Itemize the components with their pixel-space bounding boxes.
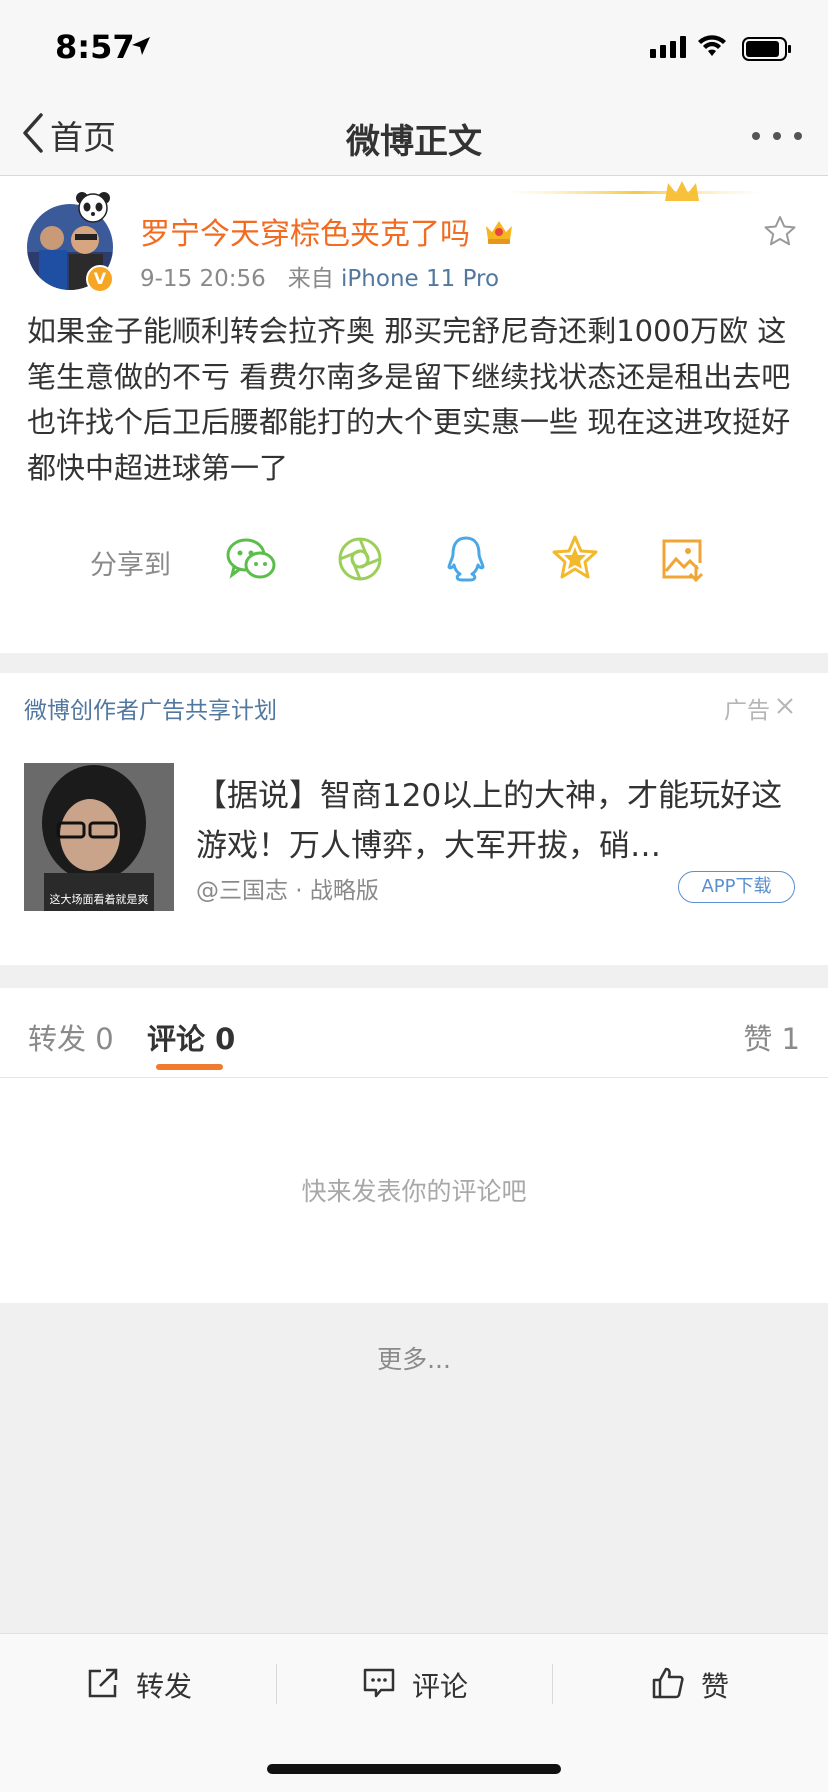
dot-icon	[794, 132, 802, 140]
comment-label: 评论	[412, 1670, 469, 1703]
source-prefix: 来自	[287, 266, 334, 292]
ad-thumbnail-caption: 这大场面看着就是爽	[49, 893, 149, 906]
ad-source: @三国志 · 战略版	[196, 878, 379, 904]
save-image-share-icon[interactable]	[652, 529, 712, 589]
status-bar: 8:57	[0, 0, 828, 96]
battery-icon	[742, 37, 792, 65]
cellular-signal-icon	[650, 36, 686, 62]
tab-repost[interactable]: 转发 0	[28, 1016, 114, 1058]
ad-title[interactable]: 【据说】智商120以上的大神，才能玩好这游戏！万人博弈，大军开拔，硝…	[196, 771, 796, 871]
repost-button[interactable]: 转发	[86, 1660, 192, 1710]
ad-tag-label: 广告	[724, 698, 770, 724]
like-button[interactable]: 赞	[651, 1660, 729, 1710]
more-link[interactable]: 更多...	[0, 1340, 828, 1376]
action-divider	[552, 1664, 553, 1704]
comment-button[interactable]: 评论	[362, 1660, 468, 1710]
comments-empty-state: 快来发表你的评论吧	[0, 1079, 828, 1303]
share-row: 分享到	[0, 517, 828, 607]
post-text: 如果金子能顺利转会拉齐奥 那买完舒尼奇还剩1000万欧 这笔生意做的不亏 看费尔…	[27, 314, 791, 485]
post-timestamp: 9-15 20:56	[140, 266, 266, 292]
thumbs-up-icon	[651, 1666, 685, 1704]
action-divider	[276, 1664, 277, 1704]
post-meta: 9-15 20:56 来自 iPhone 11 Pro	[140, 259, 499, 293]
comment-icon	[362, 1666, 396, 1704]
dot-icon	[752, 132, 760, 140]
wifi-icon	[697, 33, 727, 61]
tab-like[interactable]: 赞 1	[743, 1016, 800, 1058]
repost-label: 转发	[136, 1670, 193, 1703]
page-title: 微博正文	[346, 122, 482, 162]
qq-share-icon[interactable]	[436, 529, 496, 589]
verified-badge-icon: V	[86, 265, 114, 293]
active-tab-indicator	[156, 1064, 223, 1070]
username[interactable]: 罗宁今天穿棕色夹克了吗	[140, 209, 470, 253]
moments-share-icon[interactable]	[330, 529, 390, 589]
post-card: V 罗宁今天穿棕色夹克了吗 9-15 20:56 来自 iPhone 11 Pr…	[0, 177, 828, 653]
panda-pendant-icon	[75, 190, 111, 228]
section-divider	[0, 653, 828, 673]
close-icon	[776, 695, 794, 721]
interaction-tabs: 转发 0 评论 0 赞 1	[0, 988, 828, 1078]
favorite-star-icon[interactable]	[763, 215, 797, 251]
repost-icon	[86, 1666, 120, 1704]
dot-icon	[773, 132, 781, 140]
wechat-share-icon[interactable]	[222, 529, 282, 589]
ad-thumbnail[interactable]: 这大场面看着就是爽	[24, 763, 174, 911]
ad-card[interactable]: 微博创作者广告共享计划 广告 这大场面看着就是爽 【据说】智商120以上的大神，…	[0, 673, 828, 965]
location-arrow-icon	[130, 35, 152, 61]
status-time: 8:57	[55, 28, 135, 66]
vip-crown-icon	[484, 217, 514, 249]
ad-close-button[interactable]: 广告	[724, 691, 794, 725]
source-device[interactable]: iPhone 11 Pro	[341, 266, 499, 292]
ad-program-label[interactable]: 微博创作者广告共享计划	[24, 691, 277, 725]
more-options-button[interactable]	[752, 118, 802, 154]
like-label: 赞	[701, 1670, 730, 1703]
tab-comment[interactable]: 评论 0	[147, 1016, 235, 1058]
empty-comments-text: 快来发表你的评论吧	[301, 1177, 527, 1206]
app-download-button[interactable]: APP下载	[678, 871, 795, 903]
home-indicator[interactable]	[267, 1764, 561, 1774]
crown-decoration-icon	[505, 177, 765, 215]
nav-bar: 首页 微博正文	[0, 96, 828, 176]
share-label: 分享到	[90, 550, 171, 581]
more-section: 更多...	[0, 1303, 828, 1633]
section-divider	[0, 965, 828, 988]
favorites-share-icon[interactable]	[545, 529, 605, 589]
